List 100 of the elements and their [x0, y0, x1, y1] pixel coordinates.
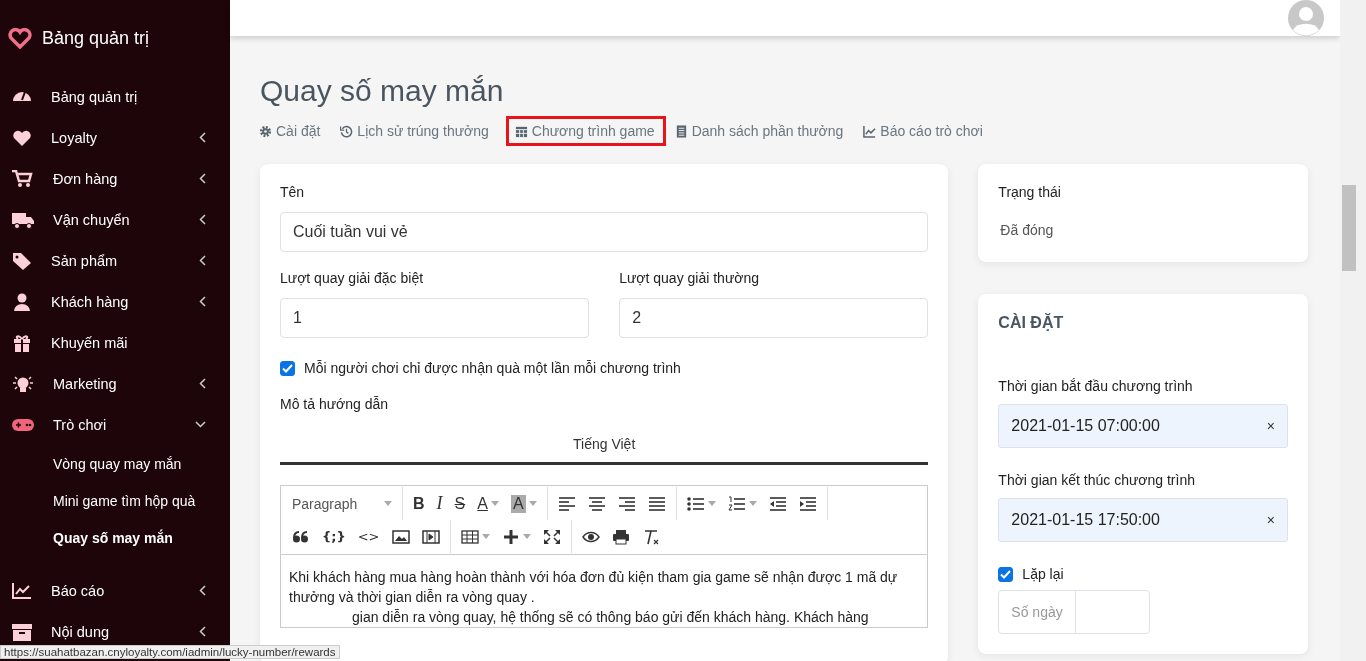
description-paragraph: Khi khách hàng mua hàng hoàn thành với hóa đơn đủ kiện tham gia game sẽ nhận được 1 mã dự thưởng và thời gian diễn ra vòng quay .: [289, 568, 899, 607]
clear-button[interactable]: ×: [1266, 418, 1275, 434]
caret-icon: [522, 534, 531, 539]
field-label: Thời gian kết thúc chương trình: [998, 472, 1196, 488]
chevron-left-icon: [199, 255, 206, 266]
insert-icon: [501, 528, 520, 545]
checkbox[interactable]: [998, 566, 1014, 582]
sidebar-item[interactable]: Marketing: [0, 371, 230, 396]
sidebar-item[interactable]: Trò chơi: [0, 412, 230, 437]
caret-icon: [707, 501, 716, 506]
sidebar-subitem[interactable]: Vòng quay may mắn: [0, 445, 230, 482]
strikethrough-button[interactable]: S: [448, 488, 472, 519]
sidebar-item[interactable]: Đơn hàng: [0, 166, 230, 191]
caret-icon: [748, 501, 757, 506]
checkbox-label: Lặp lại: [1022, 566, 1064, 582]
user-icon: [12, 292, 32, 311]
caret-icon: [528, 501, 537, 506]
special-spins-field[interactable]: 1: [280, 298, 590, 338]
field-label: Thời gian bắt đầu chương trình: [998, 378, 1194, 394]
lightbulb-icon: [12, 374, 34, 393]
tab[interactable]: Danh sách phần thưởng: [671, 116, 855, 146]
field-label: Mô tả hướng dẫn: [280, 396, 390, 412]
tab[interactable]: Chương trình game: [505, 116, 666, 146]
brand-title: Bảng quản trị: [42, 27, 150, 49]
field-label: Lượt quay giải đặc biệt: [280, 270, 425, 286]
calendar-icon: [514, 124, 528, 138]
normal-spins-field[interactable]: 2: [619, 298, 929, 338]
tag-icon: [12, 251, 32, 270]
language-tab[interactable]: Tiếng Việt: [280, 426, 929, 464]
status-label: Trạng thái: [998, 184, 1062, 200]
chevron-down-icon: [195, 421, 206, 428]
field-label: Lượt quay giải thường: [619, 270, 761, 286]
fullscreen-icon: [542, 528, 561, 545]
numbered-list-icon: [727, 495, 746, 512]
gift-icon: [12, 333, 32, 352]
heart-logo-icon: [8, 27, 32, 49]
rich-text-editor[interactable]: [280, 485, 929, 628]
clear-button[interactable]: ×: [1266, 512, 1275, 528]
line-chart-icon: [12, 581, 32, 600]
sidebar-subitem[interactable]: Mini game tìm hộp quà: [0, 482, 230, 519]
checkbox[interactable]: [280, 360, 295, 376]
status-value: Đã đóng: [1000, 222, 1055, 238]
heart-icon: [12, 128, 32, 147]
align-right-icon: [617, 495, 636, 512]
sidebar-item[interactable]: Sản phẩm: [0, 248, 230, 273]
tab[interactable]: Lịch sử trúng thưởng: [337, 116, 500, 146]
history-icon: [340, 124, 354, 138]
sidebar-item[interactable]: Khuyến mãi: [0, 330, 230, 355]
truck-icon: [12, 210, 34, 229]
tab[interactable]: Cài đặt: [256, 116, 332, 146]
bullet-list-icon: [686, 495, 705, 512]
gauge-icon: [12, 92, 32, 101]
line-chart-icon: [863, 124, 877, 138]
sidebar-item[interactable]: Vận chuyển: [0, 207, 230, 232]
align-center-icon: [587, 495, 606, 512]
archive-icon: [12, 622, 32, 641]
chevron-left-icon: [199, 378, 206, 389]
settings-title: CÀI ĐẶT: [998, 314, 1065, 332]
chevron-left-icon: [199, 214, 206, 225]
sidebar-item[interactable]: Báo cáo: [0, 578, 230, 603]
description-paragraph: gian diễn ra vòng quay, hệ thống sẽ có thông báo gửi đến khách hàng. Khách hàng: [351, 608, 870, 627]
format-dropdown[interactable]: Paragraph: [286, 488, 398, 519]
caret-icon: [490, 501, 499, 506]
checkbox-label: Mỗi người chơi chỉ được nhận quà một lần mỗi chương trình: [304, 360, 681, 376]
indent-icon: [798, 495, 817, 512]
highlight-button[interactable]: A: [504, 488, 543, 519]
field-label: Tên: [280, 184, 306, 200]
text-color-button[interactable]: A: [471, 488, 505, 519]
bold-button[interactable]: B: [407, 488, 431, 519]
tab[interactable]: Báo cáo trò chơi: [860, 116, 994, 146]
chevron-left-icon: [199, 132, 206, 143]
chevron-left-icon: [199, 173, 206, 184]
sidebar-item[interactable]: Nội dung: [0, 619, 230, 644]
blockquote-icon: [292, 528, 310, 545]
scrollbar[interactable]: [1340, 0, 1366, 661]
sidebar-subitem[interactable]: Quay số may mắn: [0, 519, 230, 556]
chevron-left-icon: [199, 296, 206, 307]
page-title: Quay số may mắn: [260, 74, 505, 108]
video-icon: [421, 528, 440, 545]
name-field[interactable]: Cuối tuần vui vẻ: [280, 212, 929, 252]
italic-button[interactable]: I: [430, 488, 449, 519]
outdent-icon: [768, 495, 787, 512]
justify-icon: [647, 495, 666, 512]
chevron-left-icon: [199, 626, 206, 637]
sidebar-item[interactable]: Khách hàng: [0, 289, 230, 314]
sidebar-item[interactable]: Loyalty: [0, 125, 230, 150]
code-block-button[interactable]: {;}: [316, 521, 352, 552]
start-date-field[interactable]: 2021-01-15 07:00:00 ×: [998, 404, 1288, 448]
caret-icon: [384, 501, 392, 506]
list-icon: [674, 124, 688, 138]
sidebar-item[interactable]: Bảng quản trị: [0, 84, 230, 109]
end-date-field[interactable]: 2021-01-15 17:50:00 ×: [998, 498, 1288, 542]
caret-icon: [481, 534, 490, 539]
table-icon: [460, 528, 479, 545]
print-icon: [611, 528, 630, 545]
align-left-icon: [557, 495, 576, 512]
code-button[interactable]: <>: [351, 521, 386, 552]
image-icon: [391, 528, 410, 545]
chevron-left-icon: [199, 585, 206, 596]
link-preview-url: https://suahatbazan.cnyloyalty.com/iadmin/lucky-number/rewards: [0, 645, 340, 659]
